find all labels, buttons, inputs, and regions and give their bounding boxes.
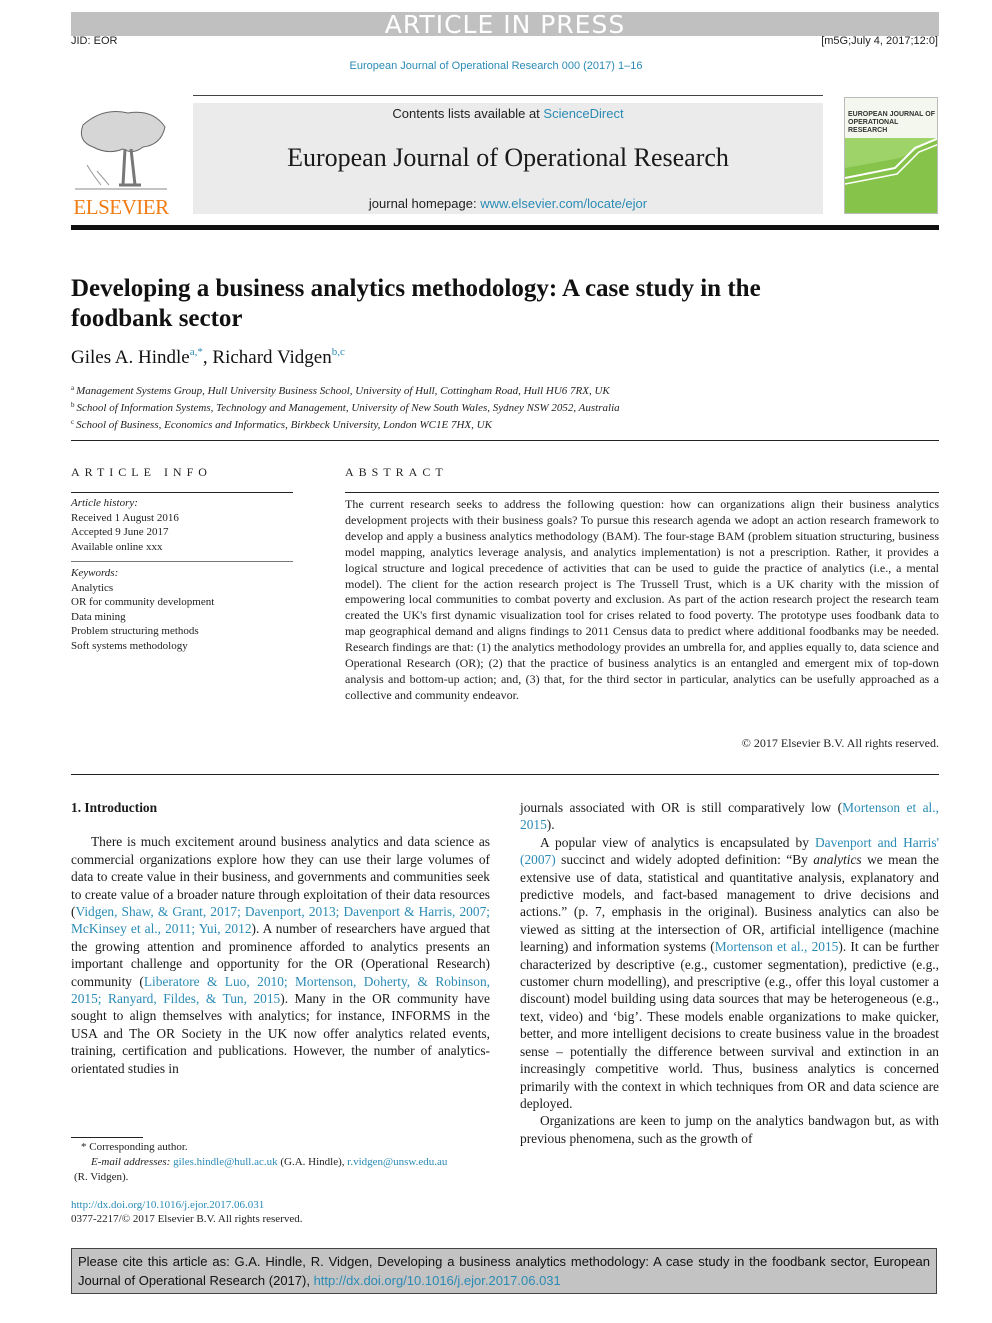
issn-line: 0377-2217/© 2017 Elsevier B.V. All right… — [71, 1213, 303, 1225]
homepage-line: journal homepage: www.elsevier.com/locat… — [193, 196, 823, 211]
contents-line: Contents lists available at ScienceDirec… — [193, 106, 823, 121]
footnote: * Corresponding author. E-mail addresses… — [71, 1140, 501, 1185]
author-marks[interactable]: a,* — [190, 346, 203, 358]
journal-title: European Journal of Operational Research — [287, 143, 729, 172]
author-name: Giles A. Hindle — [71, 347, 190, 368]
cover-title: EUROPEAN JOURNAL OF OPERATIONAL RESEARCH — [848, 111, 935, 134]
citation-link[interactable]: Liberatore & Luo, 2010; Mortenson, Doher… — [71, 974, 490, 1006]
citation-box: Please cite this article as: G.A. Hindle… — [71, 1248, 937, 1294]
corresponding-author-note: * Corresponding author. — [81, 1141, 188, 1153]
paragraph: Organizations are keen to jump on the an… — [520, 1113, 939, 1146]
doi-link[interactable]: http://dx.doi.org/10.1016/j.ejor.2017.06… — [71, 1199, 264, 1211]
email-line: E-mail addresses: giles.hindle@hull.ac.u… — [91, 1156, 448, 1168]
affiliation: b School of Information Systems, Technolo… — [71, 401, 620, 414]
keyword: Problem structuring methods — [71, 625, 199, 637]
history-item: Available online xxx — [71, 540, 163, 553]
elsevier-logo: ELSEVIER — [71, 105, 171, 219]
homepage-prefix: journal homepage: — [368, 196, 481, 211]
journal-id: JID: EOR — [71, 35, 118, 47]
journal-homepage-link[interactable]: www.elsevier.com/locate/ejor — [480, 196, 647, 211]
keyword: OR for community development — [71, 596, 215, 608]
article-title: Developing a business analytics methodol… — [71, 275, 761, 332]
masthead-bottom-rule — [71, 225, 939, 230]
author-list: Giles A. Hindlea,*, Richard Vidgenb,c — [71, 346, 345, 368]
citation-doi-link[interactable]: http://dx.doi.org/10.1016/j.ejor.2017.06… — [314, 1273, 561, 1288]
history-item: Received 1 August 2016 — [71, 511, 179, 524]
journal-citation-line[interactable]: European Journal of Operational Research… — [0, 60, 992, 72]
masthead-top-rule — [193, 95, 823, 96]
keywords: Keywords: Analytics OR for community dev… — [71, 566, 293, 653]
citation-link[interactable]: Mortenson et al., 2015 — [715, 939, 839, 954]
citation-link[interactable]: Mortenson et al., 2015 — [520, 800, 939, 832]
build-stamp: [m5G;July 4, 2017;12:0] — [821, 35, 938, 47]
paragraph: journals associated with OR is still com… — [520, 800, 939, 833]
citation-link[interactable]: Vidgen, Shaw, & Grant, 2017; Davenport, … — [71, 904, 490, 936]
divider — [71, 561, 293, 562]
doi-block: http://dx.doi.org/10.1016/j.ejor.2017.06… — [71, 1198, 303, 1226]
paragraph: There is much excitement around business… — [71, 834, 491, 1076]
affiliation: a Management Systems Group, Hull Universi… — [71, 384, 610, 397]
sciencedirect-link[interactable]: ScienceDirect — [543, 106, 623, 121]
abstract-heading: ABSTRACT — [345, 465, 448, 479]
elsevier-tree-icon — [75, 111, 167, 190]
history-label: Article history: — [71, 497, 138, 509]
paragraph: A popular view of analytics is encapsula… — [520, 834, 940, 1111]
contents-prefix: Contents lists available at — [392, 106, 544, 121]
abstract-text: The current research seeks to address th… — [345, 497, 939, 702]
article-info-heading: ARTICLE INFO — [71, 465, 212, 479]
divider — [71, 440, 939, 441]
section-heading: 1. Introduction — [71, 800, 158, 815]
article-history: Article history: Received 1 August 2016 … — [71, 496, 293, 554]
divider — [71, 492, 293, 493]
cover-graphic-icon — [845, 138, 937, 213]
citation-link[interactable]: Davenport and Harris' (2007) — [520, 835, 939, 867]
abstract-copyright: © 2017 Elsevier B.V. All rights reserved… — [741, 736, 939, 750]
article-in-press-banner: ARTICLE IN PRESS — [71, 12, 939, 38]
keyword: Soft systems methodology — [71, 639, 188, 652]
emphasis: analytics — [813, 852, 862, 868]
affiliations: a Management Systems Group, Hull Universi… — [71, 381, 620, 432]
history-item: Accepted 9 June 2017 — [71, 526, 169, 538]
email-link[interactable]: giles.hindle@hull.ac.uk — [173, 1156, 278, 1168]
author-marks[interactable]: b,c — [332, 346, 345, 358]
body-column-left: 1. Introduction There is much excitement… — [71, 799, 490, 1077]
journal-cover-thumbnail[interactable]: EUROPEAN JOURNAL OF OPERATIONAL RESEARCH — [844, 97, 938, 214]
footnote-rule — [71, 1137, 143, 1138]
divider — [71, 774, 939, 775]
author-name: Richard Vidgen — [212, 347, 332, 368]
keywords-label: Keywords: — [71, 567, 119, 579]
email-link[interactable]: r.vidgen@unsw.edu.au — [347, 1156, 447, 1168]
divider — [345, 492, 939, 493]
keyword: Data mining — [71, 610, 126, 623]
body-column-right: journals associated with OR is still com… — [520, 799, 939, 1147]
affiliation: c School of Business, Economics and Infor… — [71, 418, 492, 431]
elsevier-wordmark: ELSEVIER — [73, 195, 169, 219]
journal-masthead: Contents lists available at ScienceDirec… — [193, 103, 823, 214]
keyword: Analytics — [71, 581, 114, 594]
